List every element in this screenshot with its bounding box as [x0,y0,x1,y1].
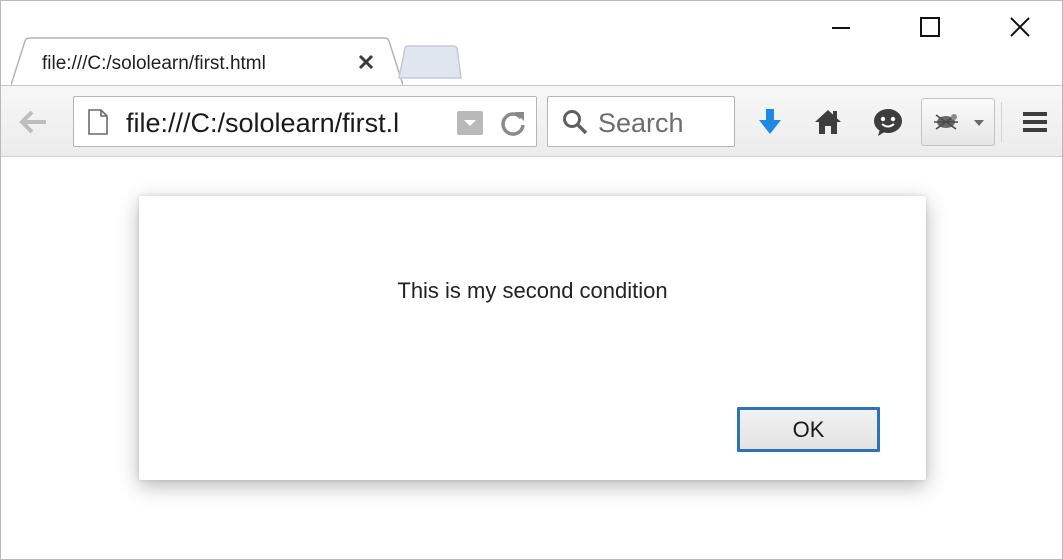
search-bar[interactable]: Search [547,96,735,147]
chat-icon [874,109,902,136]
new-tab-shape [398,45,462,79]
document-icon [88,109,108,135]
magnifier-icon [563,110,588,135]
minimize-icon [832,27,850,29]
alert-message: This is my second condition [397,278,668,303]
chat-button[interactable] [870,104,906,140]
chevron-down-icon [464,120,476,126]
browser-window: file:///C:/sololearn/first.html file:///… [0,0,1063,560]
ok-button[interactable]: OK [737,407,880,452]
tab-close-button[interactable] [355,51,377,73]
extension-icon [934,114,984,130]
home-icon [815,110,841,134]
reload-button[interactable] [498,108,528,138]
menu-button[interactable] [1017,104,1053,140]
close-icon [358,54,374,70]
close-icon [1010,17,1030,37]
home-button[interactable] [810,104,846,140]
nav-toolbar: file:///C:/sololearn/first.l Search [1,85,1062,157]
tab-title: file:///C:/sololearn/first.html [42,53,266,74]
download-icon [759,109,781,134]
alert-dialog: This is my second condition OK [139,196,926,480]
minimize-button[interactable] [821,9,861,45]
reload-icon [501,112,525,136]
search-placeholder: Search [598,108,684,138]
close-window-button[interactable] [1000,9,1040,45]
new-tab-button[interactable] [397,45,463,79]
url-text[interactable]: file:///C:/sololearn/first.l [126,108,498,139]
toolbar-separator [1001,102,1002,142]
arrow-left-icon [19,110,46,134]
url-dropdown-button[interactable] [457,111,483,135]
tab-active[interactable]: file:///C:/sololearn/first.html [11,37,403,85]
maximize-button[interactable] [910,9,950,45]
menu-icon [1023,112,1047,132]
extension-button[interactable] [921,98,995,146]
address-bar[interactable]: file:///C:/sololearn/first.l [73,96,537,147]
download-button[interactable] [752,104,788,140]
back-button[interactable] [15,106,51,138]
title-bar: file:///C:/sololearn/first.html [1,1,1062,85]
maximize-icon [920,17,940,37]
